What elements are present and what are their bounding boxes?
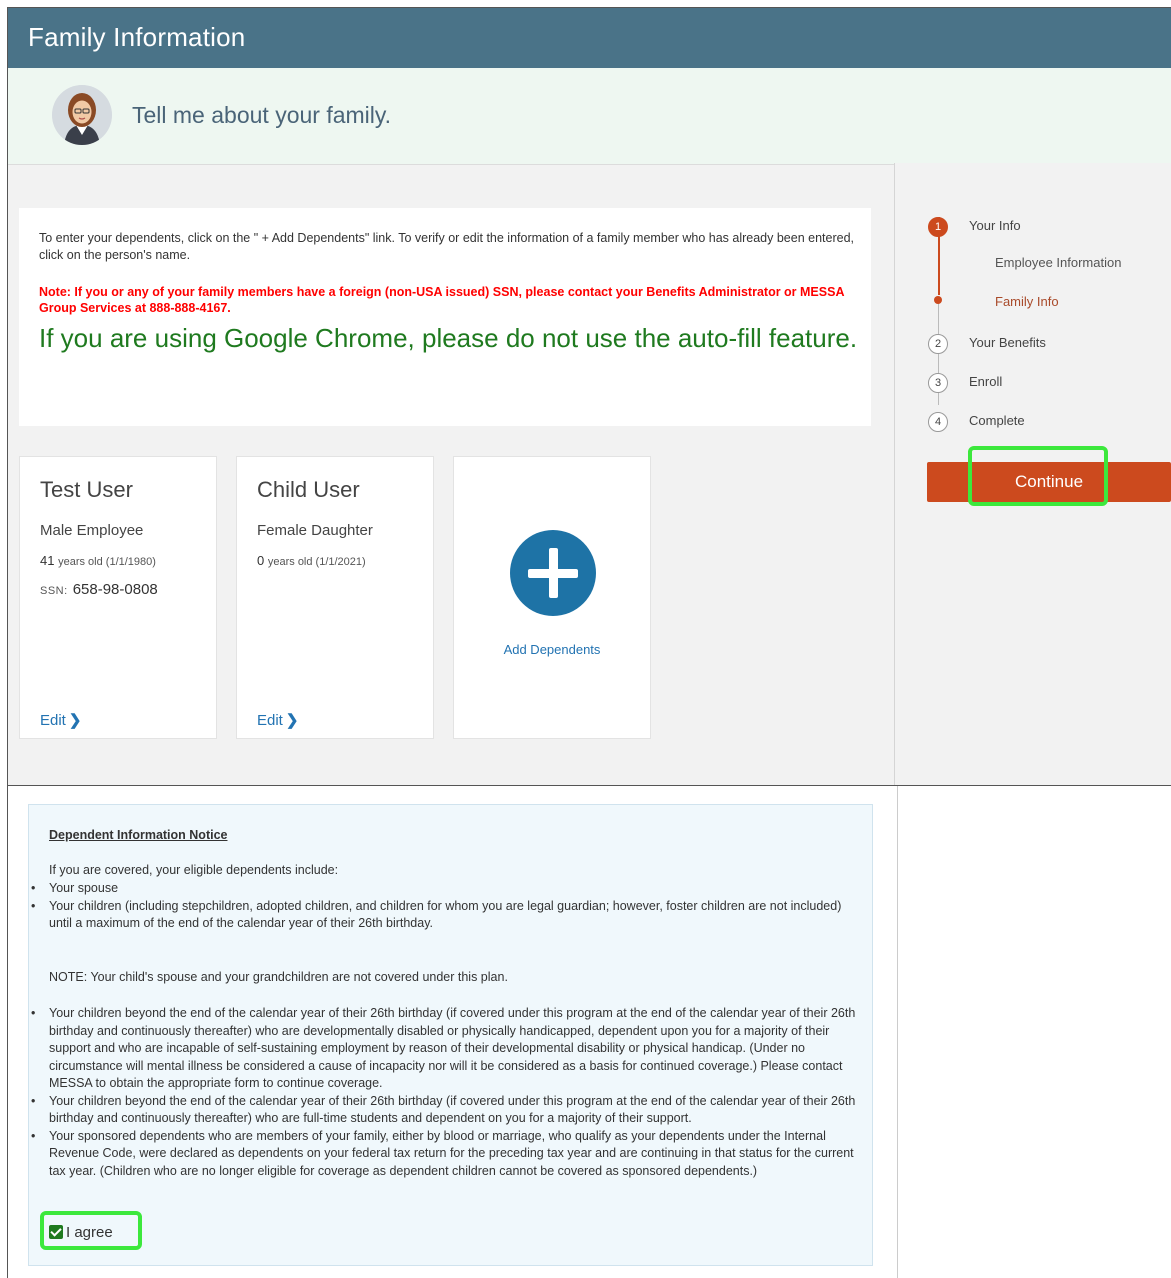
instructions-text: To enter your dependents, click on the "… bbox=[39, 231, 855, 262]
extended-dependents-list: Your children beyond the end of the cale… bbox=[31, 1005, 857, 1180]
member-age: 0 years old (1/1/2021) bbox=[257, 553, 366, 568]
member-name[interactable]: Test User bbox=[40, 477, 133, 503]
edit-member-link[interactable]: Edit ❯ bbox=[257, 711, 298, 729]
substep-family-info[interactable]: Family Info bbox=[995, 294, 1059, 309]
add-dependents-link[interactable]: Add Dependents bbox=[454, 642, 650, 657]
foreign-ssn-note: Note: If you or any of your family membe… bbox=[39, 285, 845, 315]
step-your-benefits[interactable]: Your Benefits bbox=[969, 335, 1046, 350]
notice-note: NOTE: Your child's spouse and your grand… bbox=[49, 970, 508, 984]
step-enroll[interactable]: Enroll bbox=[969, 374, 1002, 389]
edit-member-link[interactable]: Edit ❯ bbox=[40, 711, 81, 729]
enrollment-panel: Family Information Tell me about your fa… bbox=[7, 7, 1171, 785]
member-age: 41 years old (1/1/1980) bbox=[40, 553, 156, 568]
chevron-right-icon: ❯ bbox=[285, 712, 299, 729]
page-title: Family Information bbox=[28, 22, 246, 52]
instructions-box: To enter your dependents, click on the "… bbox=[19, 208, 871, 426]
step-4-number: 4 bbox=[928, 412, 948, 432]
eligible-dependents-list: Your spouse Your children (including ste… bbox=[31, 880, 857, 933]
step-1-number: 1 bbox=[928, 217, 948, 237]
highlight-box bbox=[40, 1211, 142, 1250]
substep-employee-information[interactable]: Employee Information bbox=[995, 255, 1121, 270]
chrome-autofill-warning: If you are using Google Chrome, please d… bbox=[39, 323, 858, 353]
notice-intro: If you are covered, your eligible depend… bbox=[49, 863, 339, 877]
divider bbox=[897, 786, 898, 1278]
list-item: Your children (including stepchildren, a… bbox=[31, 898, 857, 933]
dependent-information-notice: Dependent Information Notice If you are … bbox=[28, 804, 873, 1266]
highlight-box bbox=[968, 446, 1108, 506]
member-role: Male Employee bbox=[40, 522, 144, 539]
page-header: Family Information bbox=[8, 8, 1171, 68]
list-item: Your spouse bbox=[31, 880, 857, 898]
member-ssn: SSN: 658-98-0808 bbox=[40, 581, 158, 598]
greeting-banner: Tell me about your family. bbox=[8, 68, 1171, 165]
step-2-number: 2 bbox=[928, 334, 948, 354]
chevron-right-icon: ❯ bbox=[68, 712, 82, 729]
list-item: Your children beyond the end of the cale… bbox=[31, 1005, 857, 1093]
plus-circle-icon[interactable] bbox=[510, 530, 596, 616]
greeting-text: Tell me about your family. bbox=[132, 102, 392, 128]
member-role: Female Daughter bbox=[257, 522, 373, 539]
family-member-card[interactable]: Test User Male Employee 41 years old (1/… bbox=[19, 456, 217, 739]
member-name[interactable]: Child User bbox=[257, 477, 360, 503]
notice-title: Dependent Information Notice bbox=[49, 828, 228, 842]
list-item: Your children beyond the end of the cale… bbox=[31, 1093, 857, 1128]
assistant-avatar-icon bbox=[52, 85, 112, 145]
list-item: Your sponsored dependents who are member… bbox=[31, 1128, 857, 1181]
step-your-info[interactable]: Your Info bbox=[969, 218, 1021, 233]
add-dependents-card[interactable]: Add Dependents bbox=[453, 456, 651, 739]
current-step-dot bbox=[934, 296, 942, 304]
step-3-number: 3 bbox=[928, 373, 948, 393]
family-member-card[interactable]: Child User Female Daughter 0 years old (… bbox=[236, 456, 434, 739]
step-complete[interactable]: Complete bbox=[969, 413, 1025, 428]
dependent-notice-panel: Dependent Information Notice If you are … bbox=[7, 785, 1171, 1278]
